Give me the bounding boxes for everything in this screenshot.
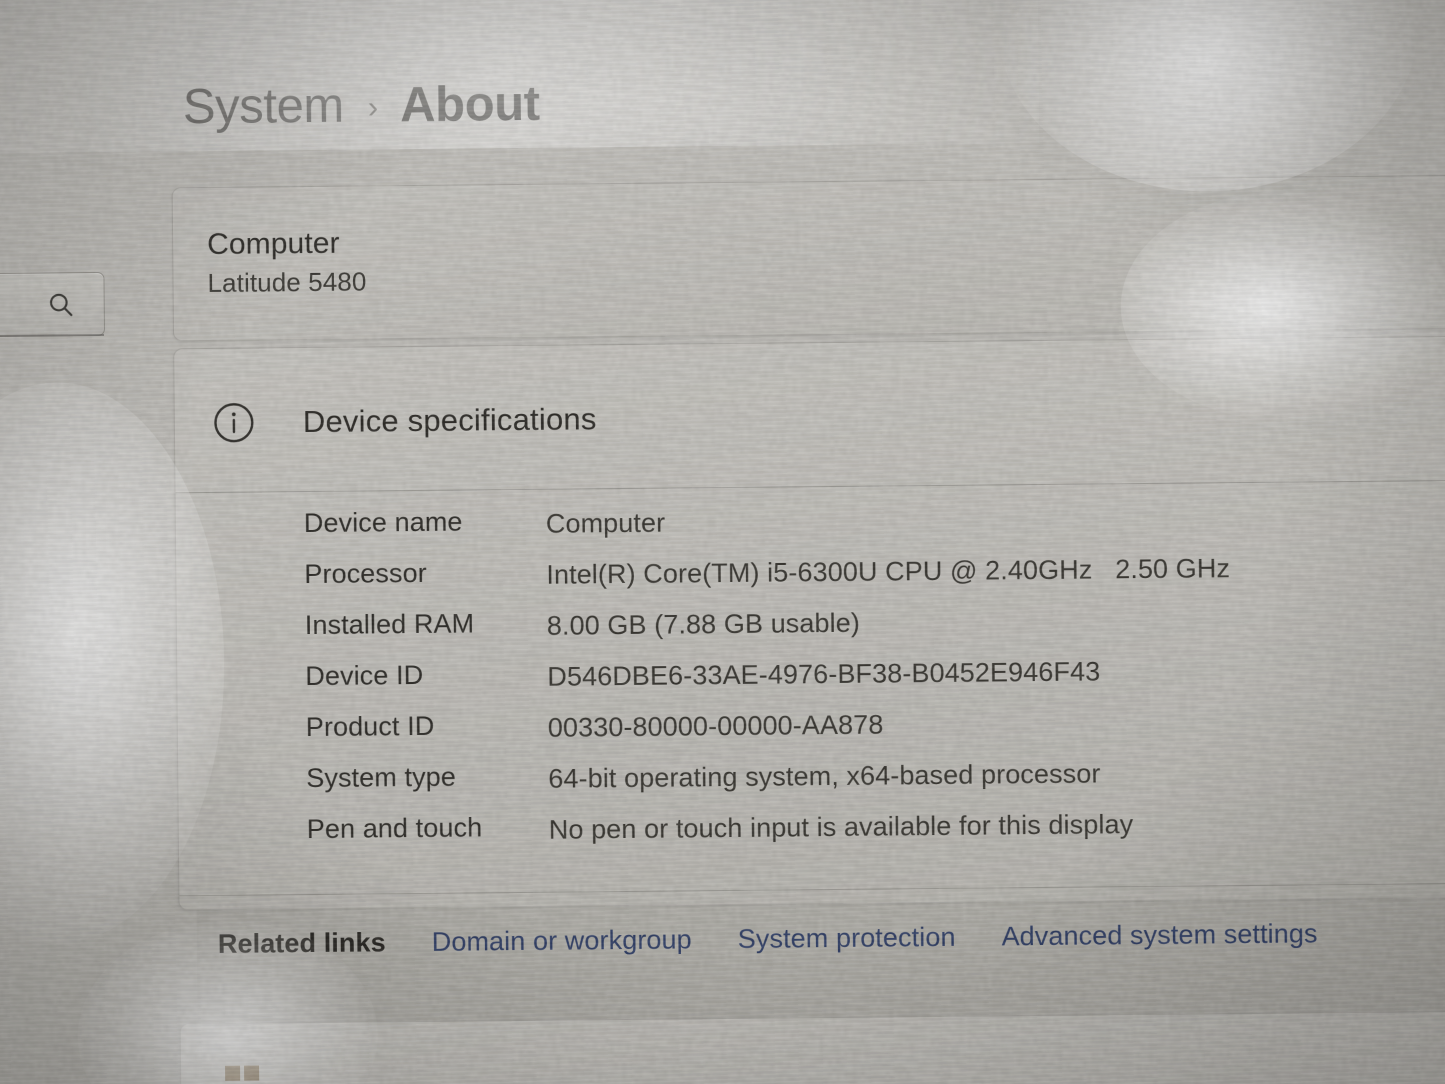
- screen-glare: [997, 0, 1420, 193]
- windows-logo-icon: [225, 1066, 259, 1084]
- device-specifications-card: Device specifications Device name Comput…: [173, 336, 1445, 911]
- spec-value: Computer: [546, 508, 666, 540]
- next-section-card[interactable]: [180, 1010, 1445, 1084]
- search-input-underline: [0, 334, 104, 338]
- spec-label: Product ID: [306, 711, 435, 743]
- related-links: Related links Domain or workgroup System…: [180, 917, 1445, 961]
- divider: [179, 883, 1445, 897]
- link-domain-or-workgroup[interactable]: Domain or workgroup: [432, 924, 692, 957]
- spec-label: Device name: [304, 507, 463, 540]
- device-specifications-header[interactable]: Device specifications: [174, 337, 1445, 494]
- spec-label: Installed RAM: [305, 608, 475, 641]
- device-specifications-title: Device specifications: [303, 401, 597, 440]
- photographed-screen: System › About Computer Latitude 5480 De…: [0, 0, 1445, 1084]
- breadcrumb: System › About: [183, 76, 540, 135]
- spec-value: 00330-80000-00000-AA878: [548, 710, 884, 744]
- spec-value: Intel(R) Core(TM) i5-6300U CPU @ 2.40GHz…: [546, 553, 1230, 591]
- spec-value: D546DBE6-33AE-4976-BF38-B0452E946F43: [547, 656, 1100, 692]
- spec-value: 8.00 GB (7.88 GB usable): [547, 608, 860, 642]
- spec-label: System type: [306, 762, 456, 794]
- computer-name: Computer: [207, 227, 340, 262]
- link-advanced-system-settings[interactable]: Advanced system settings: [1001, 918, 1317, 952]
- search-icon: [46, 289, 76, 319]
- computer-model: Latitude 5480: [207, 266, 366, 299]
- page-title: About: [400, 76, 540, 133]
- computer-card: Computer Latitude 5480: [172, 175, 1445, 342]
- device-specifications-table: Device name Computer Processor Intel(R) …: [176, 497, 1445, 867]
- spec-value: 64-bit operating system, x64-based proce…: [548, 758, 1100, 794]
- info-circle-icon: [211, 400, 257, 446]
- spec-label: Processor: [304, 558, 427, 590]
- spec-label: Pen and touch: [307, 812, 483, 845]
- link-system-protection[interactable]: System protection: [738, 922, 956, 955]
- settings-sidebar: [0, 0, 198, 1084]
- spec-label: Device ID: [305, 660, 423, 692]
- spec-value: No pen or touch input is available for t…: [549, 809, 1134, 846]
- related-links-title: Related links: [218, 927, 386, 960]
- breadcrumb-system-link[interactable]: System: [183, 78, 344, 136]
- settings-window: System › About Computer Latitude 5480 De…: [0, 0, 1445, 1084]
- search-input[interactable]: [0, 272, 105, 338]
- chevron-right-icon: ›: [368, 89, 379, 125]
